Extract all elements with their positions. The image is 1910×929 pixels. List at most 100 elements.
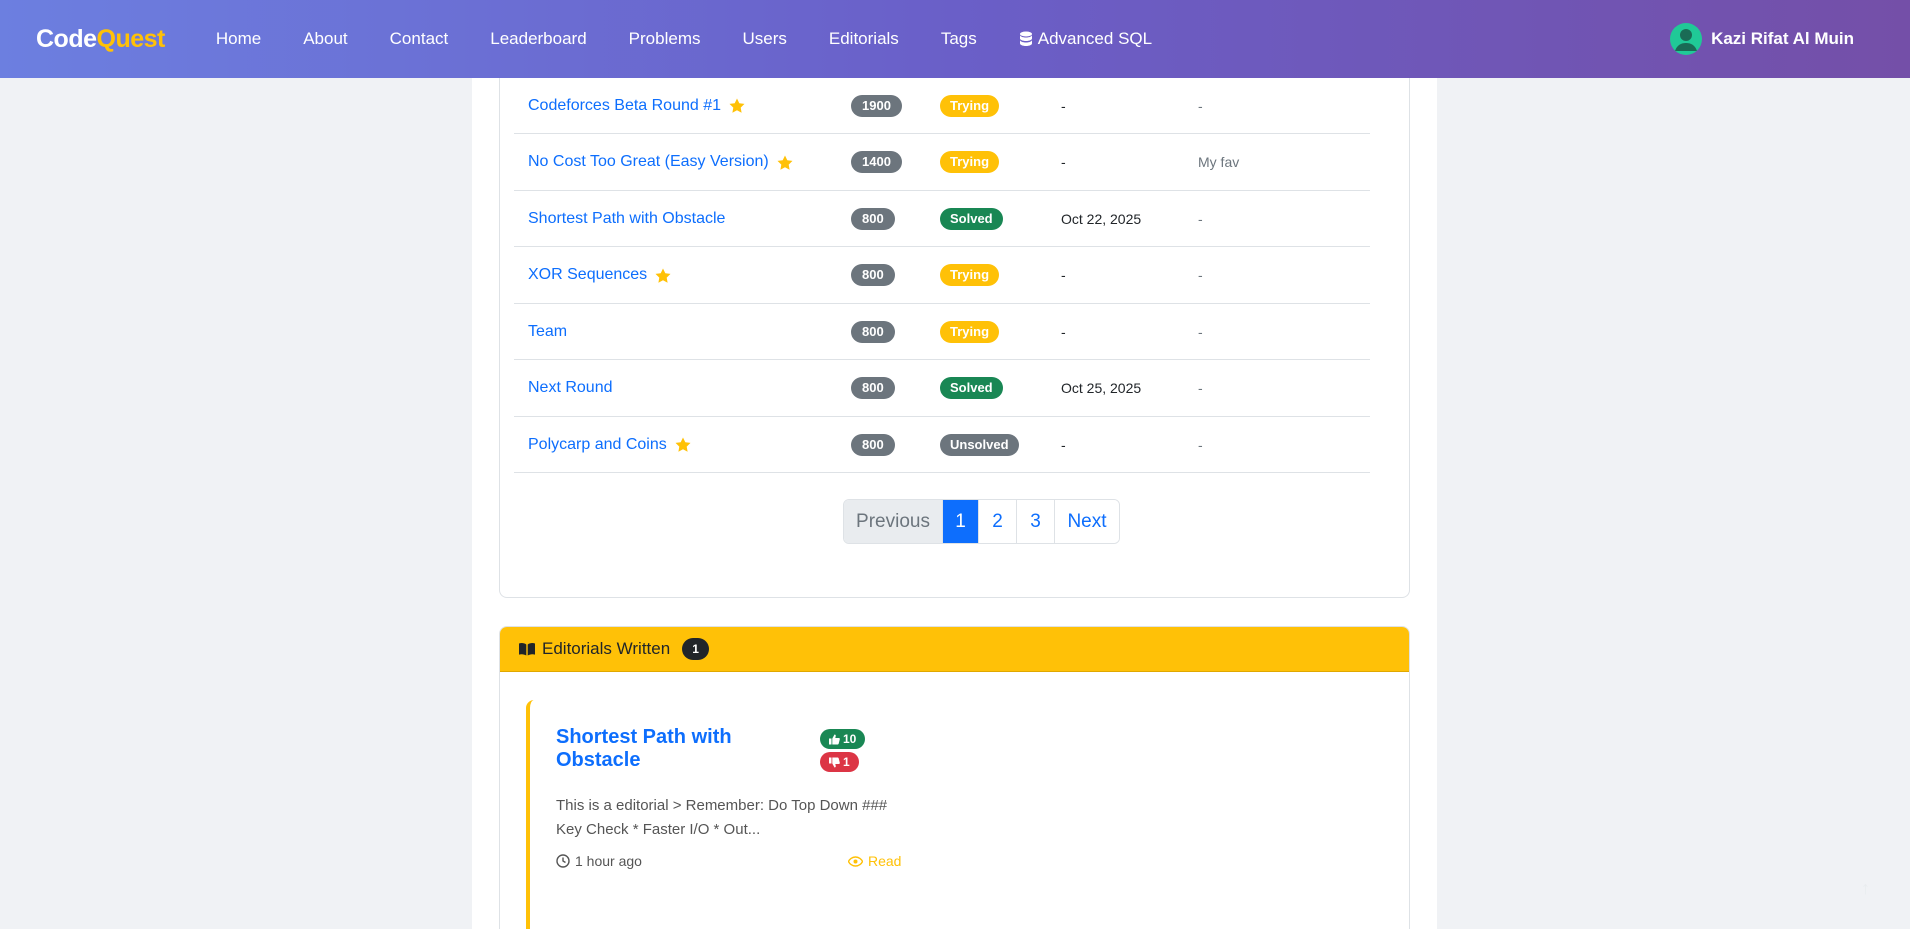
pagination-page-3[interactable]: 3	[1016, 500, 1054, 543]
pagination-page-2[interactable]: 2	[978, 500, 1016, 543]
user-menu[interactable]: Kazi Rifat Al Muin	[1670, 0, 1854, 78]
problem-note: -	[1198, 97, 1203, 114]
problem-name: XOR Sequences	[528, 266, 648, 283]
thumbs-up-icon	[829, 734, 840, 744]
solved-date: -	[1061, 267, 1066, 283]
brand-logo[interactable]: CodeQuest	[36, 25, 165, 54]
status-badge: Solved	[940, 377, 1003, 399]
pagination-previous[interactable]: Previous	[844, 500, 942, 543]
problem-name: Next Round	[528, 379, 613, 396]
problem-link[interactable]: Team	[528, 323, 567, 341]
nav-tags[interactable]: Tags	[941, 29, 977, 49]
status-badge: Trying	[940, 264, 1000, 286]
brand-main: Code	[36, 24, 97, 53]
database-icon	[1019, 31, 1032, 46]
problems-card: Codeforces Beta Round #1 1900 Trying - - No C…	[499, 68, 1410, 598]
problem-note: -	[1198, 323, 1203, 340]
nav-links: Home About Contact Leaderboard Problems …	[195, 29, 1173, 49]
nav-advanced-sql[interactable]: Advanced SQL	[1019, 29, 1152, 49]
editorial-votes: 10 1	[820, 729, 866, 775]
status-badge: Solved	[940, 207, 1003, 230]
pagination: Previous 1 2 3 Next	[843, 499, 1120, 544]
thumbs-down-icon	[829, 757, 840, 767]
solved-date: -	[1061, 323, 1066, 340]
scroll-to-top-icon[interactable]: ↑	[1861, 878, 1870, 899]
editorial-timestamp: 1 hour ago	[556, 853, 642, 869]
problem-name: Team	[528, 322, 568, 340]
editorial-excerpt: This is a editorial > Remember: Do Top D…	[556, 797, 888, 838]
status-badge: Unsolved	[940, 433, 1019, 456]
problem-link[interactable]: Shortest Path with Obstacle	[528, 210, 725, 228]
table-row: Polycarp and Coins 800 Unsolved - -	[514, 417, 1370, 473]
problem-name: No Cost Too Great (Easy Version)	[528, 153, 769, 170]
nav-users[interactable]: Users	[742, 29, 786, 49]
avatar	[1670, 23, 1703, 55]
page-container: Codeforces Beta Round #1 1900 Trying - - No C…	[472, 68, 1437, 929]
editorials-count-badge: 1	[682, 638, 709, 660]
solved-date: -	[1061, 97, 1066, 114]
status-badge: Trying	[940, 320, 1000, 343]
table-row: Team 800 Trying - -	[514, 304, 1370, 360]
user-icon	[1675, 29, 1698, 51]
problem-link[interactable]: Codeforces Beta Round #1	[528, 97, 745, 115]
rating-badge: 800	[851, 377, 895, 399]
star-icon	[655, 268, 671, 283]
favorite-star[interactable]	[777, 155, 793, 170]
nav-advanced-sql-label: Advanced SQL	[1037, 29, 1153, 48]
table-row: Codeforces Beta Round #1 1900 Trying - -	[514, 78, 1370, 134]
clock-icon	[556, 854, 570, 868]
rating-badge: 800	[851, 207, 895, 230]
upvote-badge[interactable]: 10	[820, 729, 866, 749]
editorial-title[interactable]: Shortest Path with Obstacle	[556, 726, 796, 772]
nav-editorials[interactable]: Editorials	[829, 29, 899, 49]
editorials-header-label: Editorials Written	[542, 639, 671, 658]
editorial-time-label: 1 hour ago	[575, 853, 642, 869]
rating-badge: 1400	[851, 151, 902, 173]
favorite-star[interactable]	[655, 268, 671, 283]
star-icon	[729, 98, 745, 113]
status-badge: Trying	[940, 94, 1000, 117]
problem-name: Codeforces Beta Round #1	[528, 96, 722, 114]
solved-date: Oct 22, 2025	[1061, 210, 1142, 227]
favorite-star[interactable]	[675, 437, 691, 452]
problem-note: -	[1198, 436, 1203, 453]
pagination-page-1[interactable]: 1	[942, 500, 978, 543]
problem-note: -	[1198, 380, 1203, 396]
star-icon	[675, 437, 691, 452]
rating-badge: 800	[851, 433, 895, 456]
nav-contact[interactable]: Contact	[390, 29, 449, 49]
nav-problems[interactable]: Problems	[629, 29, 701, 49]
favorite-star[interactable]	[729, 98, 745, 113]
editorial-read-link[interactable]: Read	[848, 853, 901, 869]
problem-note: -	[1198, 267, 1203, 283]
brand-accent: Quest	[96, 24, 166, 53]
rating-badge: 1900	[851, 94, 902, 117]
problem-link[interactable]: Next Round	[528, 379, 613, 397]
rating-badge: 800	[851, 264, 895, 286]
pagination-next[interactable]: Next	[1054, 500, 1119, 543]
star-icon	[777, 155, 793, 170]
book-open-icon	[519, 642, 535, 655]
rating-badge: 800	[851, 320, 895, 343]
problem-name: Polycarp and Coins	[528, 435, 667, 453]
table-row: Shortest Path with Obstacle 800 Solved Oct …	[514, 191, 1370, 247]
nav-leaderboard[interactable]: Leaderboard	[490, 29, 586, 49]
editorials-header: Editorials Written 1	[500, 627, 1409, 672]
table-row: XOR Sequences 800 Trying - -	[514, 248, 1370, 304]
problem-link[interactable]: XOR Sequences	[528, 266, 671, 284]
top-navbar: CodeQuest Home About Contact Leaderboard…	[0, 0, 1910, 78]
downvote-badge[interactable]: 1	[820, 752, 859, 772]
problem-note: -	[1198, 210, 1203, 227]
user-name: Kazi Rifat Al Muin	[1711, 29, 1854, 48]
problem-name: Shortest Path with Obstacle	[528, 209, 726, 227]
problem-link[interactable]: No Cost Too Great (Easy Version)	[528, 153, 793, 171]
editorial-read-label: Read	[868, 853, 902, 869]
nav-home[interactable]: Home	[216, 29, 261, 49]
table-row: Next Round 800 Solved Oct 25, 2025 -	[514, 361, 1370, 417]
status-badge: Trying	[940, 151, 1000, 173]
nav-about[interactable]: About	[303, 29, 347, 49]
table-row: No Cost Too Great (Easy Version) 1400 Tryi…	[514, 135, 1370, 191]
problem-link[interactable]: Polycarp and Coins	[528, 436, 691, 454]
solved-date: -	[1061, 436, 1066, 453]
downvote-count: 1	[843, 755, 850, 769]
